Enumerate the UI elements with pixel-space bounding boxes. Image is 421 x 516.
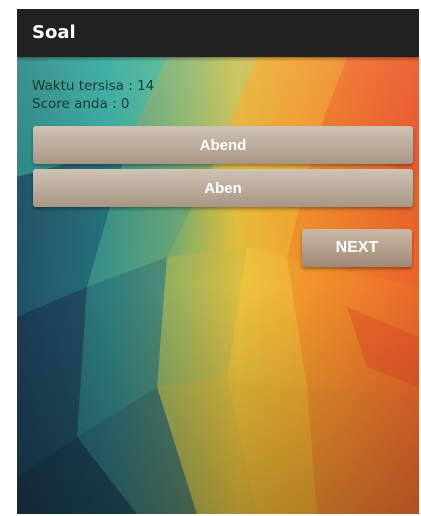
answer-button-2[interactable]: Aben [33,169,413,207]
answer-button-1[interactable]: Abend [33,126,413,164]
score-text: Score anda : 0 [32,96,130,112]
phone-screen: Soal Waktu tersisa: 14 Score anda: 0 A… [17,9,419,514]
next-button[interactable]: NEXT [302,229,412,267]
app-bar-title: Soal [32,22,76,43]
app-bar: Soal [17,9,419,57]
time-remaining-text: Waktu tersisa : 14 [32,78,155,94]
quiz-content: Waktu tersisa : 14 Score anda : 0 Abend … [17,57,419,514]
